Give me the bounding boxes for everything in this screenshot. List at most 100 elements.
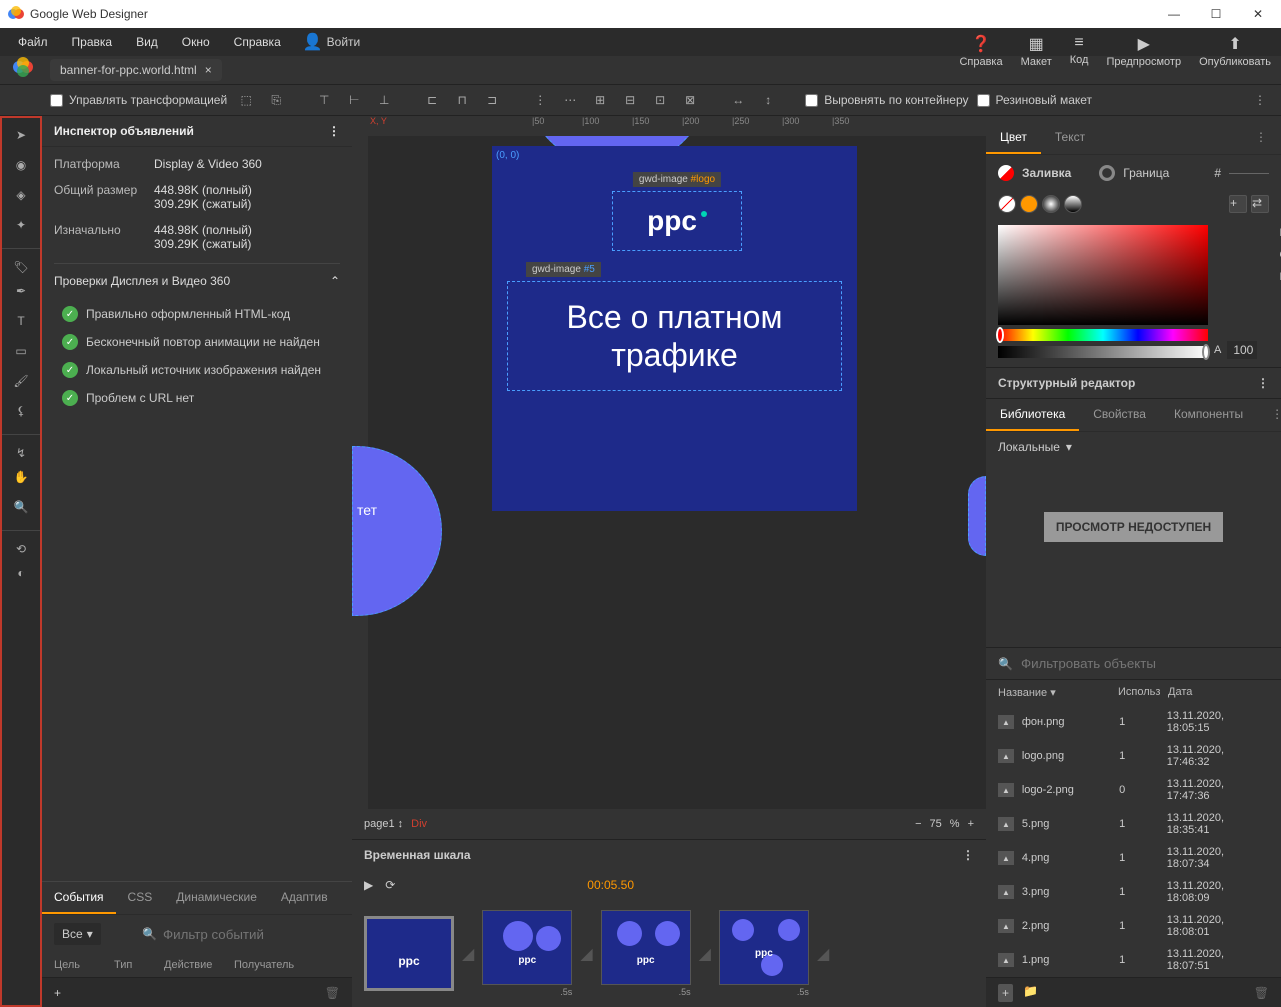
events-search[interactable]: 🔍: [142, 927, 340, 942]
color-swatch[interactable]: [1020, 195, 1038, 213]
distribute2-icon[interactable]: ⊟: [619, 89, 641, 111]
pointer-tool[interactable]: ➤: [2, 122, 40, 148]
col-date[interactable]: Дата: [1168, 686, 1192, 699]
align-hcenter-icon[interactable]: ⊓: [451, 89, 473, 111]
fill-swatch[interactable]: [998, 165, 1014, 181]
delete-event-button[interactable]: 🗑: [325, 986, 340, 1000]
more-icon[interactable]: ⋮: [1249, 89, 1271, 111]
3d-translate-tool[interactable]: ◈: [2, 182, 40, 208]
menu-window[interactable]: Окно: [172, 31, 220, 53]
add-event-button[interactable]: +: [54, 986, 61, 1000]
asset-row[interactable]: ▲3.png113.11.2020, 18:08:09: [986, 875, 1281, 909]
align-bottom-icon[interactable]: ⊥: [373, 89, 395, 111]
distribute-v-icon[interactable]: ⋯: [559, 89, 581, 111]
asset-row[interactable]: ▲5.png113.11.2020, 18:35:41: [986, 807, 1281, 841]
events-search-input[interactable]: [163, 927, 340, 942]
tab-events[interactable]: События: [42, 882, 116, 914]
transform-checkbox[interactable]: Управлять трансформацией: [50, 93, 227, 107]
circle-element-left[interactable]: тет: [352, 446, 442, 616]
filter-objects-input[interactable]: [1021, 656, 1269, 671]
color-picker[interactable]: R255 G255 B255 A 100: [998, 225, 1269, 359]
no-fill-swatch[interactable]: [998, 195, 1016, 213]
tab-adaptive[interactable]: Адаптив: [269, 882, 340, 914]
col-name[interactable]: Название ▾: [998, 686, 1118, 699]
menu-edit[interactable]: Правка: [62, 31, 123, 53]
rotate-view-tool[interactable]: ⟲: [2, 530, 40, 556]
tag-tool[interactable]: 🏷: [2, 248, 40, 274]
chevron-icon[interactable]: ⌃: [330, 274, 340, 288]
save-swatch-icon[interactable]: +: [1229, 195, 1247, 213]
tab-library[interactable]: Библиотека: [986, 399, 1079, 431]
keyframe-thumb[interactable]: ppc: [364, 916, 454, 991]
panel-more-icon[interactable]: ⋮: [328, 124, 340, 138]
keyframe-thumb[interactable]: ppc: [601, 910, 691, 985]
delete-asset-button[interactable]: 🗑: [1254, 986, 1269, 1000]
menu-view[interactable]: Вид: [126, 31, 168, 53]
align-container-checkbox[interactable]: Выровнять по контейнеру: [805, 93, 968, 107]
tab-properties[interactable]: Свойства: [1079, 399, 1160, 431]
play-button[interactable]: ▶: [364, 878, 373, 892]
zoom-in-button[interactable]: +: [968, 818, 974, 830]
menu-help[interactable]: Справка: [224, 31, 291, 53]
maximize-button[interactable]: ☐: [1201, 4, 1231, 24]
border-swatch[interactable]: [1099, 165, 1115, 181]
spacing-icon[interactable]: ↔: [727, 89, 749, 111]
page-selector[interactable]: page1 ↕: [364, 818, 403, 830]
circle-element-right[interactable]: [968, 476, 986, 556]
a-input[interactable]: 100: [1227, 341, 1257, 359]
color-swap-tool[interactable]: ◐: [2, 560, 40, 586]
fluid-layout-checkbox[interactable]: Резиновый макет: [977, 93, 1093, 107]
distribute-icon[interactable]: ⊞: [589, 89, 611, 111]
keyframe-thumb[interactable]: ppc: [482, 910, 572, 985]
align-left-icon[interactable]: ⊏: [421, 89, 443, 111]
hand-tool[interactable]: ✋: [2, 464, 40, 490]
3d-rotate-tool[interactable]: ◉: [2, 152, 40, 178]
text-element[interactable]: gwd-image #5 Все о платном трафике: [507, 281, 842, 391]
zoom-value[interactable]: 75: [930, 818, 942, 830]
asset-row[interactable]: ▲фон.png113.11.2020, 18:05:15: [986, 705, 1281, 739]
hex-input[interactable]: [1229, 173, 1269, 174]
preview-button[interactable]: ▶Предпросмотр: [1106, 34, 1181, 68]
help-button[interactable]: ❓Справка: [959, 34, 1002, 68]
publish-button[interactable]: ⬆Опубликовать: [1199, 34, 1271, 68]
code-button[interactable]: ≡Код: [1070, 34, 1089, 68]
alpha-slider[interactable]: [998, 346, 1208, 358]
hue-slider[interactable]: [998, 329, 1208, 341]
zoom-out-button[interactable]: −: [915, 818, 921, 830]
crop-icon[interactable]: ⬚: [235, 89, 257, 111]
paint-tool[interactable]: 🖌: [2, 368, 40, 394]
asset-row[interactable]: ▲4.png113.11.2020, 18:07:34: [986, 841, 1281, 875]
asset-row[interactable]: ▲1.png113.11.2020, 18:07:51: [986, 943, 1281, 977]
motion-path-tool[interactable]: ↯: [2, 434, 40, 460]
align-right-icon[interactable]: ⊐: [481, 89, 503, 111]
distribute3-icon[interactable]: ⊡: [649, 89, 671, 111]
close-button[interactable]: ✕: [1243, 4, 1273, 24]
asset-row[interactable]: ▲2.png113.11.2020, 18:08:01: [986, 909, 1281, 943]
element-tool[interactable]: ✦: [2, 212, 40, 238]
spacing2-icon[interactable]: ↕: [757, 89, 779, 111]
asset-row[interactable]: ▲logo-2.png013.11.2020, 17:47:36: [986, 773, 1281, 807]
layout-button[interactable]: ▦Макет: [1021, 34, 1052, 68]
swap-swatch-icon[interactable]: ⇄: [1251, 195, 1269, 213]
zoom-tool[interactable]: 🔍: [2, 494, 40, 520]
tab-text[interactable]: Текст: [1041, 122, 1099, 154]
eyedropper-tool[interactable]: ⚸: [2, 398, 40, 424]
login-button[interactable]: 👤 Войти: [303, 32, 361, 52]
canvas-viewport[interactable]: (0, 0) тет gwd-image #logo ppc gwd-image…: [352, 136, 986, 809]
align-vcenter-icon[interactable]: ⊢: [343, 89, 365, 111]
local-dropdown[interactable]: Локальные ▾: [986, 432, 1281, 462]
align-top-icon[interactable]: ⊤: [313, 89, 335, 111]
keyframe-thumb[interactable]: ppc: [719, 910, 809, 985]
folder-button[interactable]: 📁: [1023, 984, 1038, 1002]
more-icon[interactable]: ⋮: [1257, 399, 1281, 431]
events-filter-dropdown[interactable]: Все▾: [54, 923, 101, 945]
div-selector[interactable]: Div: [411, 818, 427, 830]
add-asset-button[interactable]: +: [998, 984, 1013, 1002]
shape-tool[interactable]: ▭: [2, 338, 40, 364]
tab-color[interactable]: Цвет: [986, 122, 1041, 154]
more-icon[interactable]: ⋮: [1241, 122, 1281, 154]
pen-tool[interactable]: ✒: [2, 278, 40, 304]
minimize-button[interactable]: —: [1159, 4, 1189, 24]
text-tool[interactable]: T: [2, 308, 40, 334]
break-icon[interactable]: ⎘: [265, 89, 287, 111]
